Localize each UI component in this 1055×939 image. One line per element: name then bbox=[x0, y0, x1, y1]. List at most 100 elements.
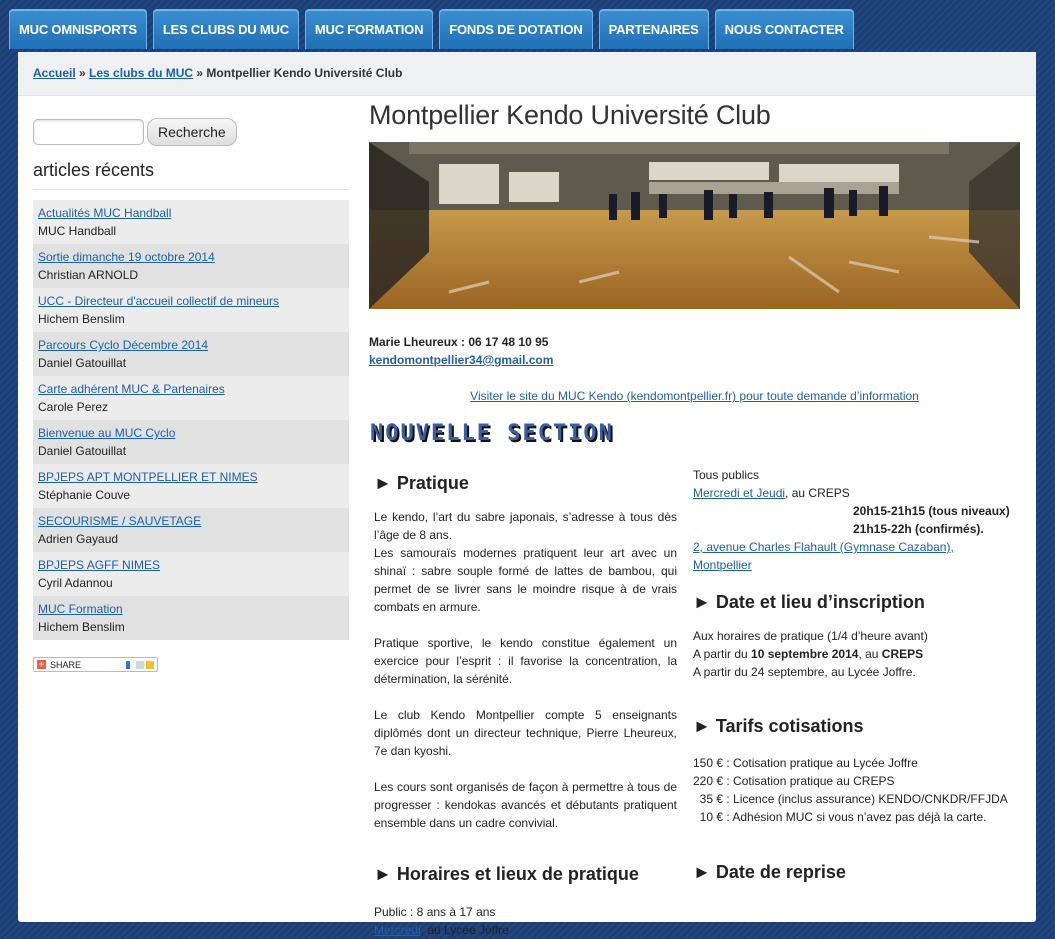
inscription-line: A partir du 10 septembre 2014, au CREPS bbox=[693, 645, 1023, 663]
right-days-place: , au CREPS bbox=[785, 486, 850, 500]
social-icons bbox=[126, 660, 154, 669]
section-title-pratique: ► Pratique bbox=[374, 473, 469, 493]
breadcrumb-current: Montpellier Kendo Université Club bbox=[206, 66, 403, 80]
right-column: Tous publics Mercredi et Jeudi, au CREPS… bbox=[693, 450, 1023, 883]
contact-phone: Marie Lheureux : 06 17 48 10 95 bbox=[369, 335, 549, 349]
inscription-place: CREPS bbox=[881, 647, 924, 661]
tarif-line: 35 € : Licence (inclus assurance) KENDO/… bbox=[693, 792, 1008, 806]
nav-tab-nous-contacter[interactable]: NOUS CONTACTER bbox=[714, 9, 854, 49]
favorites-icon bbox=[146, 660, 154, 669]
list-item: MUC Formation Hichem Benslim bbox=[33, 596, 349, 640]
time-slot-1: 20h15-21h15 (tous niveaux) bbox=[853, 504, 1010, 518]
recent-article-link[interactable]: SECOURISME / SAUVETAGE bbox=[38, 514, 201, 528]
inscription-text: A partir du bbox=[693, 647, 752, 661]
address: 2, avenue Charles Flahault (Gymnase Caza… bbox=[693, 538, 993, 574]
recent-article-author: Cyril Adannou bbox=[38, 576, 113, 590]
recent-article-link[interactable]: Actualités MUC Handball bbox=[38, 206, 171, 220]
horaires-day-link[interactable]: Mercredi bbox=[374, 923, 421, 937]
recent-article-author: MUC Handball bbox=[38, 224, 117, 238]
recent-article-link[interactable]: Bienvenue au MUC Cyclo bbox=[38, 426, 175, 440]
breadcrumb-home-link[interactable]: Accueil bbox=[33, 66, 76, 80]
recent-article-link[interactable]: BPJEPS APT MONTPELLIER ET NIMES bbox=[38, 470, 258, 484]
tarif-line: 150 € : Cotisation pratique au Lycée Jof… bbox=[693, 756, 918, 770]
recent-article-author: Hichem Benslim bbox=[38, 312, 125, 326]
pratique-paragraph: Les cours sont organisés de façon à perm… bbox=[374, 780, 677, 830]
recent-article-link[interactable]: Sortie dimanche 19 octobre 2014 bbox=[38, 250, 215, 264]
search-form: Recherche bbox=[33, 118, 349, 146]
digg-icon bbox=[136, 660, 144, 669]
delicious-icon bbox=[126, 660, 134, 669]
share-label: SHARE bbox=[50, 659, 82, 670]
tarif-line: 10 € : Adhésion MUC si vous n’avez pas d… bbox=[693, 810, 987, 824]
recent-article-author: Hichem Benslim bbox=[38, 620, 125, 634]
recent-article-link[interactable]: BPJEPS AGFF NIMES bbox=[38, 558, 160, 572]
pratique-text: Le kendo, l’art du sabre japonais, s’adr… bbox=[374, 510, 677, 542]
pratique-text: Les samouraïs modernes pratiquent leur a… bbox=[374, 546, 677, 614]
nav-tab-muc-omnisports[interactable]: MUC OMNISPORTS bbox=[9, 9, 147, 49]
recent-article-link[interactable]: UCC - Directeur d'accueil collectif de m… bbox=[38, 294, 279, 308]
section-title-horaires: ► Horaires et lieux de pratique bbox=[374, 864, 639, 884]
recent-articles-list: Actualités MUC Handball MUC Handball Sor… bbox=[33, 200, 349, 640]
contact-email-link[interactable]: kendomontpellier34@gmail.com bbox=[369, 353, 553, 367]
breadcrumb: Accueil » Les clubs du MUC » Montpellier… bbox=[18, 52, 1036, 96]
plus-icon: + bbox=[37, 659, 46, 669]
recent-article-link[interactable]: Parcours Cyclo Décembre 2014 bbox=[38, 338, 208, 352]
page-title: Montpellier Kendo Université Club bbox=[369, 100, 771, 130]
nav-tab-partenaires[interactable]: PARTENAIRES bbox=[598, 9, 709, 49]
nav-tab-muc-formation[interactable]: MUC FORMATION bbox=[304, 9, 434, 49]
list-item: Bienvenue au MUC Cyclo Daniel Gatouillat bbox=[33, 420, 349, 464]
section-title-reprise: ► Date de reprise bbox=[693, 862, 846, 882]
recent-article-author: Daniel Gatouillat bbox=[38, 356, 127, 370]
recent-article-link[interactable]: MUC Formation bbox=[38, 602, 123, 616]
list-item: Sortie dimanche 19 octobre 2014 Christia… bbox=[33, 244, 349, 288]
recent-article-author: Daniel Gatouillat bbox=[38, 444, 127, 458]
recent-article-author: Adrien Gayaud bbox=[38, 532, 119, 546]
breadcrumb-separator: » bbox=[79, 66, 90, 80]
inscription-date: 10 septembre 2014 bbox=[751, 647, 859, 661]
recent-article-author: Christian ARNOLD bbox=[38, 268, 139, 282]
dojo-panorama-image bbox=[369, 142, 1020, 309]
inscription-line: Aux horaires de pratique (1/4 d’heure av… bbox=[693, 629, 928, 643]
share-button[interactable]: + SHARE bbox=[33, 657, 158, 672]
breadcrumb-clubs-link[interactable]: Les clubs du MUC bbox=[89, 66, 193, 80]
main-content: Montpellier Kendo Université Club Marie … bbox=[369, 100, 1020, 937]
recent-article-link[interactable]: Carte adhérent MUC & Partenaires bbox=[38, 382, 225, 396]
right-public: Tous publics bbox=[693, 468, 760, 482]
nouvelle-section-heading: NOUVELLE SECTION bbox=[370, 421, 614, 446]
page-container: Accueil » Les clubs du MUC » Montpellier… bbox=[18, 52, 1036, 937]
section-title-inscription: ► Date et lieu d’inscription bbox=[693, 592, 925, 612]
list-item: SECOURISME / SAUVETAGE Adrien Gayaud bbox=[33, 508, 349, 552]
list-item: Carte adhérent MUC & Partenaires Carole … bbox=[33, 376, 349, 420]
list-item: BPJEPS AGFF NIMES Cyril Adannou bbox=[33, 552, 349, 596]
search-input[interactable] bbox=[33, 119, 144, 145]
recent-article-author: Carole Perez bbox=[38, 400, 109, 414]
recent-article-author: Stéphanie Couve bbox=[38, 488, 131, 502]
pratique-paragraph: Le club Kendo Montpellier compte 5 ensei… bbox=[374, 708, 677, 758]
left-column: ► Pratique Le kendo, l’art du sabre japo… bbox=[374, 450, 677, 939]
list-item: UCC - Directeur d'accueil collectif de m… bbox=[33, 288, 349, 332]
main-nav: MUC OMNISPORTS LES CLUBS DU MUC MUC FORM… bbox=[9, 9, 854, 49]
breadcrumb-separator: » bbox=[196, 66, 207, 80]
address-link[interactable]: 2, avenue Charles Flahault (Gymnase Caza… bbox=[693, 540, 954, 572]
contact-block: Marie Lheureux : 06 17 48 10 95 kendomon… bbox=[369, 333, 1020, 369]
pratique-paragraph: Le kendo, l’art du sabre japonais, s’adr… bbox=[374, 508, 677, 616]
horaires-day-place: , au Lycée Joffre bbox=[420, 923, 509, 937]
list-item: Actualités MUC Handball MUC Handball bbox=[33, 200, 349, 244]
nav-tab-fonds-de-dotation[interactable]: FONDS DE DOTATION bbox=[439, 9, 593, 49]
inscription-text: , au bbox=[858, 647, 882, 661]
horaires-public: Public : 8 ans à 17 ans bbox=[374, 905, 496, 919]
right-days-link[interactable]: Mercredi et Jeudi bbox=[693, 486, 785, 500]
right-days: Mercredi et Jeudi, au CREPS bbox=[693, 484, 1023, 502]
recent-articles-title: articles récents bbox=[33, 160, 349, 190]
sidebar: Recherche articles récents Actualités MU… bbox=[33, 118, 349, 672]
tarif-line: 220 € : Cotisation pratique au CREPS bbox=[693, 774, 895, 788]
pratique-paragraph: Pratique sportive, le kendo constitue ég… bbox=[374, 636, 677, 686]
search-button[interactable]: Recherche bbox=[147, 118, 237, 146]
time-slot-2: 21h15-22h (confirmés). bbox=[853, 522, 984, 536]
list-item: BPJEPS APT MONTPELLIER ET NIMES Stéphani… bbox=[33, 464, 349, 508]
inscription-line: A partir du 24 septembre, au Lycée Joffr… bbox=[693, 665, 916, 679]
nav-tab-les-clubs[interactable]: LES CLUBS DU MUC bbox=[152, 9, 299, 49]
visit-site-link[interactable]: Visiter le site du MUC Kendo (kendomontp… bbox=[369, 389, 1020, 403]
horaires-day: Mercredi, au Lycée Joffre bbox=[374, 921, 677, 939]
section-title-tarifs: ► Tarifs cotisations bbox=[693, 716, 864, 736]
